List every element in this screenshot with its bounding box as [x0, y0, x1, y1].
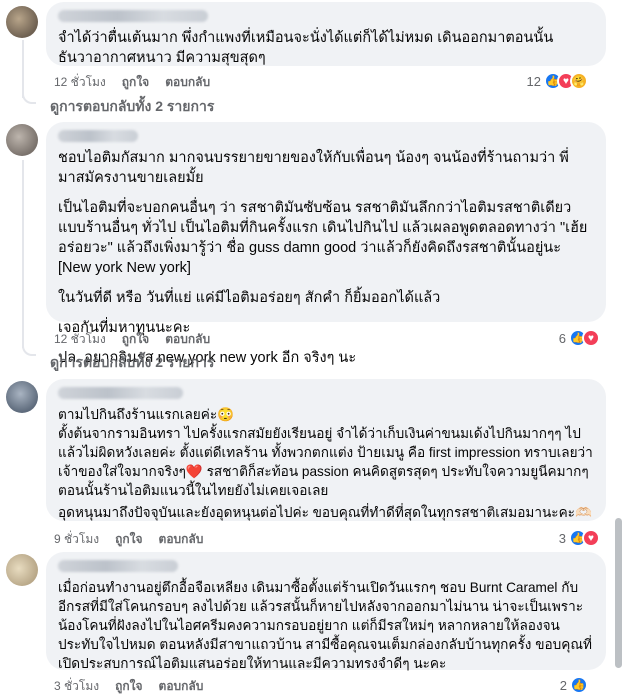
comment-actions: 9 ชั่วโมง ถูกใจ ตอบกลับ [54, 530, 203, 549]
scrollbar-thumb[interactable] [615, 518, 622, 668]
comment-bubble: ตามไปกินถึงร้านแรกเลยค่ะ😳 ตั้งต้นจากรามอ… [46, 379, 606, 521]
reaction-count: 3 [558, 530, 566, 546]
like-link[interactable]: ถูกใจ [115, 530, 142, 549]
thread-connector [22, 90, 36, 104]
reply-link[interactable]: ตอบกลับ [159, 677, 204, 696]
reaction-count: 2 [559, 677, 567, 693]
reaction-summary[interactable]: 2 👍 [560, 676, 588, 694]
author-name[interactable] [58, 10, 208, 22]
view-replies-link[interactable]: ดูการตอบกลับทั้ง 2 รายการ [50, 96, 214, 118]
comment-paragraph: เป็นไอติมที่จะบอกคนอื่นๆ ว่า รสชาติมันซั… [58, 200, 588, 276]
comment-actions: 3 ชั่วโมง ถูกใจ ตอบกลับ [54, 677, 203, 696]
like-link[interactable]: ถูกใจ [122, 73, 149, 92]
comment-paragraph: ในวันที่ดี หรือ วันที่แย่ แค่มีไอติมอร่อ… [58, 290, 441, 306]
comment-bubble: เมื่อก่อนทำงานอยู่ตึกอื้อจือเหลียง เดินม… [46, 552, 606, 671]
avatar[interactable] [6, 6, 38, 38]
reaction-count: 12 [526, 73, 541, 89]
comment-bubble: จำได้ว่าตื่นเต้นมาก พึ่งกำแพงที่เหมือนจะ… [46, 2, 606, 66]
avatar[interactable] [6, 554, 38, 586]
comment-actions: 12 ชั่วโมง ถูกใจ ตอบกลับ [54, 330, 210, 349]
comment-time[interactable]: 3 ชั่วโมง [54, 677, 99, 696]
comment-paragraph: ชอบไอติมกัสมาก มากจนบรรยายขายของให้กับเพ… [58, 150, 569, 186]
view-replies-link[interactable]: ดูการตอบกลับทั้ง 2 รายการ [50, 352, 214, 374]
reply-link[interactable]: ตอบกลับ [159, 530, 204, 549]
comment-paragraph: ตามไปกินถึงร้านแรกเลยค่ะ😳 [58, 407, 235, 422]
comment-bubble: ชอบไอติมกัสมาก มากจนบรรยายขายของให้กับเพ… [46, 122, 606, 366]
thread-line [22, 160, 24, 348]
thumbs-up-icon: 👍 [570, 676, 588, 694]
author-name[interactable] [58, 130, 138, 142]
comment-time[interactable]: 12 ชั่วโมง [54, 73, 106, 92]
thread-connector [22, 342, 36, 356]
comment-actions: 12 ชั่วโมง ถูกใจ ตอบกลับ [54, 73, 210, 92]
heart-icon: ♥ [582, 329, 600, 347]
care-icon: 🤗 [570, 72, 588, 90]
like-link[interactable]: ถูกใจ [122, 330, 149, 349]
author-name[interactable] [58, 560, 178, 572]
comment-paragraph: ตั้งต้นจากรามอินทรา ไปครั้งแรกสมัยยังเรี… [58, 426, 593, 498]
author-name[interactable] [58, 387, 183, 399]
reaction-summary[interactable]: 6 👍 ♥ [559, 329, 600, 347]
reaction-summary[interactable]: 12 👍 ♥ 🤗 [527, 72, 588, 90]
heart-icon: ♥ [582, 529, 600, 547]
comment-time[interactable]: 12 ชั่วโมง [54, 330, 106, 349]
comment-text: เมื่อก่อนทำงานอยู่ตึกอื้อจือเหลียง เดินม… [58, 580, 592, 671]
avatar[interactable] [6, 381, 38, 413]
avatar[interactable] [6, 124, 38, 156]
reaction-summary[interactable]: 3 👍 ♥ [559, 529, 600, 547]
reply-link[interactable]: ตอบกลับ [165, 73, 210, 92]
comment-paragraph: อุดหนุนมาถึงปัจจุบันและยังอุดหนุนต่อไปค่… [58, 505, 592, 520]
like-link[interactable]: ถูกใจ [115, 677, 142, 696]
reaction-count: 6 [558, 330, 566, 346]
comment-time[interactable]: 9 ชั่วโมง [54, 530, 99, 549]
reply-link[interactable]: ตอบกลับ [165, 330, 210, 349]
comment-text: จำได้ว่าตื่นเต้นมาก พึ่งกำแพงที่เหมือนจะ… [58, 30, 554, 66]
